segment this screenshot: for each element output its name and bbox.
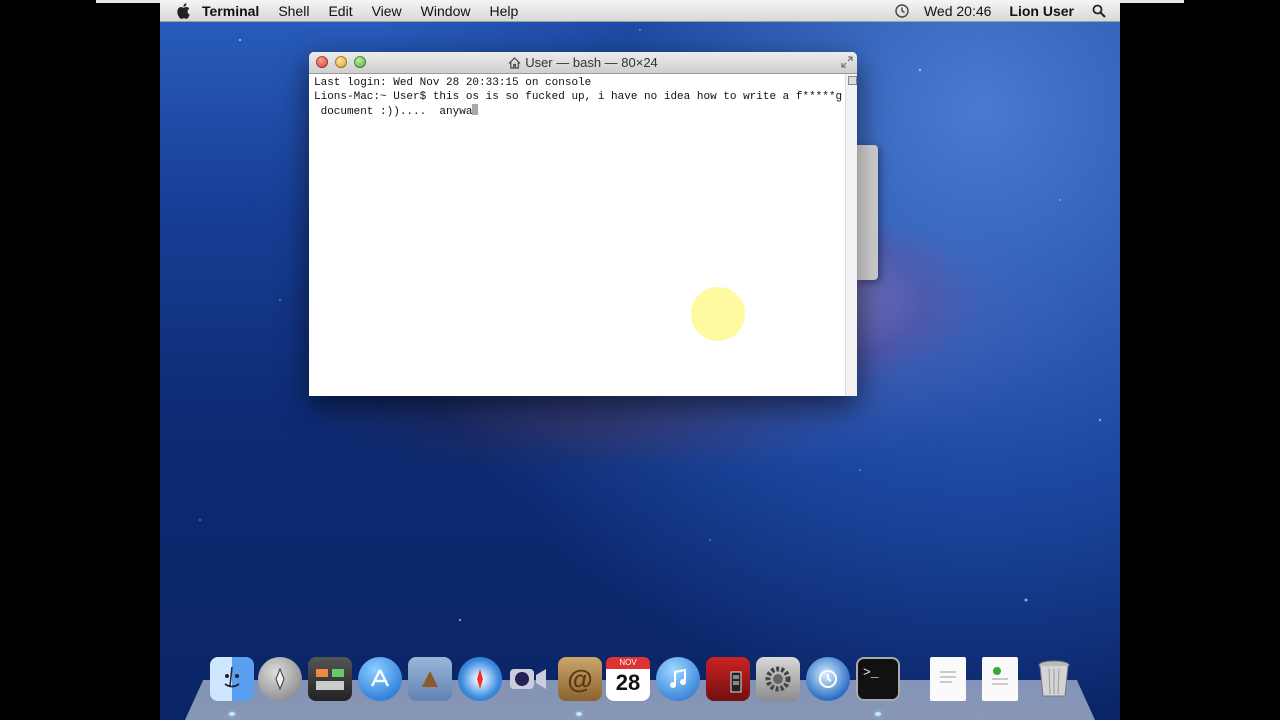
- scrollbar[interactable]: [845, 74, 857, 396]
- menu-window[interactable]: Window: [421, 3, 471, 19]
- zoom-button[interactable]: [354, 56, 366, 68]
- app-store-icon[interactable]: [358, 657, 402, 701]
- time-machine-icon[interactable]: [806, 657, 850, 701]
- fullscreen-icon[interactable]: [841, 56, 853, 68]
- menu-help[interactable]: Help: [489, 3, 518, 19]
- running-indicator: [875, 712, 881, 716]
- minimize-button[interactable]: [335, 56, 347, 68]
- terminal-line: document :)).... anywa: [314, 106, 473, 118]
- terminal-icon[interactable]: >_: [856, 657, 900, 701]
- background-window[interactable]: [857, 145, 878, 280]
- finder-icon[interactable]: [210, 657, 254, 701]
- window-controls: [316, 56, 373, 68]
- menu-user[interactable]: Lion User: [1009, 3, 1074, 19]
- menu-extras: Wed 20:46 Lion User: [894, 3, 1120, 19]
- home-icon: [508, 56, 521, 69]
- mouse-highlight: [691, 287, 745, 341]
- document-icon[interactable]: [930, 657, 966, 701]
- menu-bar: Terminal Shell Edit View Window Help Wed…: [160, 0, 1120, 22]
- menu-app-terminal[interactable]: Terminal: [202, 3, 259, 19]
- window-title-text: User — bash — 80×24: [525, 55, 658, 70]
- ical-icon[interactable]: NOV 28: [606, 657, 650, 701]
- photo-booth-icon[interactable]: [706, 657, 750, 701]
- itunes-icon[interactable]: [656, 657, 700, 701]
- terminal-window[interactable]: User — bash — 80×24 Last login: Wed Nov …: [309, 52, 857, 396]
- system-preferences-icon[interactable]: [756, 657, 800, 701]
- document-icon[interactable]: [982, 657, 1018, 701]
- window-title: User — bash — 80×24: [508, 55, 658, 70]
- terminal-line: Lions-Mac:~ User$ this os is so fucked u…: [314, 90, 843, 103]
- menu-view[interactable]: View: [372, 3, 402, 19]
- terminal-titlebar[interactable]: User — bash — 80×24: [309, 52, 857, 74]
- safari-icon[interactable]: [458, 657, 502, 701]
- facetime-icon[interactable]: [506, 657, 550, 701]
- running-indicator: [229, 712, 235, 716]
- launchpad-icon[interactable]: [258, 657, 302, 701]
- running-indicator: [576, 712, 582, 716]
- text-cursor: [472, 104, 479, 115]
- terminal-output[interactable]: Last login: Wed Nov 28 20:33:15 on conso…: [309, 74, 857, 396]
- mail-icon[interactable]: [408, 657, 452, 701]
- terminal-line: Last login: Wed Nov 28 20:33:15 on conso…: [314, 77, 592, 89]
- dock: @ NOV 28 >_: [0, 657, 1280, 707]
- menu-clock[interactable]: Wed 20:46: [924, 3, 991, 19]
- calendar-day: 28: [615, 670, 641, 695]
- menu-shell[interactable]: Shell: [278, 3, 309, 19]
- apple-menu-icon[interactable]: [176, 2, 190, 19]
- trash-icon[interactable]: [1032, 657, 1076, 701]
- scrollbar-thumb[interactable]: [848, 76, 857, 85]
- spotlight-search-icon[interactable]: [1092, 4, 1106, 18]
- close-button[interactable]: [316, 56, 328, 68]
- menu-edit[interactable]: Edit: [328, 3, 352, 19]
- mission-control-icon[interactable]: [308, 657, 352, 701]
- calendar-month: NOV: [606, 657, 650, 669]
- time-machine-menu-icon[interactable]: [894, 3, 910, 19]
- address-book-icon[interactable]: @: [558, 657, 602, 701]
